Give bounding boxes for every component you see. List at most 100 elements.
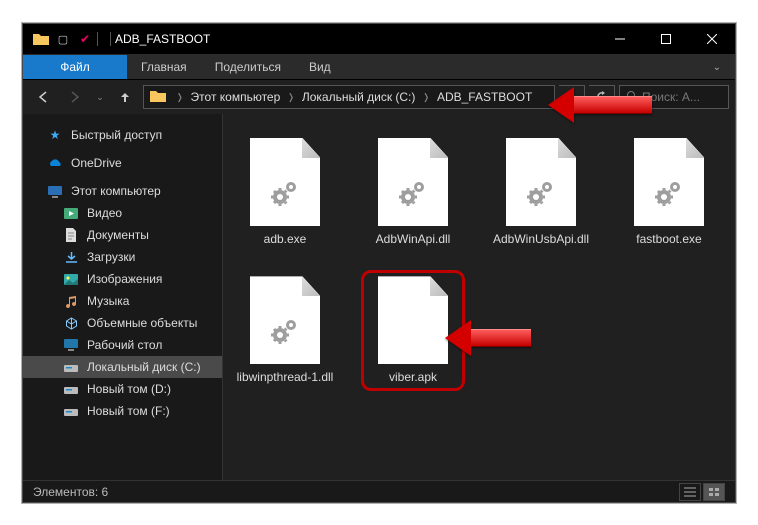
sidebar-item-label: Документы [87,228,149,242]
chevron-right-icon[interactable]: ❭ [281,92,301,103]
chevron-right-icon[interactable]: ❭ [416,92,436,103]
gear-icon [651,175,687,216]
breadcrumb-bar[interactable]: ❭ Этот компьютер ❭ Локальный диск (C:) ❭… [143,85,555,109]
file-thumbnail [378,276,448,364]
breadcrumb-disk-c[interactable]: Локальный диск (C:) [301,88,417,106]
search-placeholder: Поиск: A... [642,90,700,104]
file-label: fastboot.exe [636,232,701,246]
sidebar-item-videos[interactable]: Видео [23,202,222,224]
file-thumbnail [506,138,576,226]
file-item[interactable]: libwinpthread-1.dll [233,270,337,390]
refresh-button[interactable] [589,85,615,109]
sidebar-item-music[interactable]: Музыка [23,290,222,312]
file-view[interactable]: adb.exe AdbWinApi.dll AdbWinUsbApi.dll fast… [223,114,735,480]
document-icon [63,227,79,243]
file-item[interactable]: fastboot.exe [617,132,721,252]
file-item[interactable]: AdbWinApi.dll [361,132,465,252]
sidebar-item-label: Новый том (F:) [87,404,170,418]
address-dropdown-button[interactable]: ⌄ [559,85,585,109]
sidebar-item-label: Новый том (D:) [87,382,171,396]
chevron-right-icon[interactable]: ❭ [170,92,190,103]
sidebar-item-onedrive[interactable]: OneDrive [23,152,222,174]
maximize-button[interactable] [643,24,689,54]
drive-icon [63,403,79,419]
picture-icon [63,271,79,287]
item-count-label: Элементов: 6 [33,485,108,499]
qat-separator [97,32,98,46]
file-label: adb.exe [264,232,307,246]
sidebar-item-label: Загрузки [87,250,135,264]
checkmark-icon[interactable]: ✔ [75,29,95,49]
sidebar-item-quick-access[interactable]: ★ Быстрый доступ [23,124,222,146]
sidebar-item-downloads[interactable]: Загрузки [23,246,222,268]
navigation-pane[interactable]: ★ Быстрый доступ OneDrive Этот компь [23,114,223,480]
cube-icon [63,315,79,331]
sidebar-item-this-pc[interactable]: Этот компьютер [23,180,222,202]
desktop-icon [63,337,79,353]
computer-icon [47,183,63,199]
file-label: AdbWinApi.dll [376,232,451,246]
properties-icon[interactable]: ▢ [53,29,73,49]
nav-up-button[interactable] [111,84,139,110]
status-bar: Элементов: 6 [23,480,735,502]
file-label: libwinpthread-1.dll [237,370,334,384]
nav-forward-button[interactable] [61,84,89,110]
sidebar-item-pictures[interactable]: Изображения [23,268,222,290]
folder-icon [150,90,166,104]
sidebar-item-label: OneDrive [71,156,122,170]
view-icons-button[interactable] [703,483,725,501]
file-thumbnail [378,138,448,226]
window-controls [597,24,735,54]
sidebar-item-3d-objects[interactable]: Объемные объекты [23,312,222,334]
file-item[interactable]: adb.exe [233,132,337,252]
tab-home[interactable]: Главная [127,55,201,79]
ribbon-expand-icon[interactable]: ⌄ [707,56,727,79]
breadcrumb-this-pc[interactable]: Этот компьютер [190,88,282,106]
star-icon: ★ [47,127,63,143]
gear-icon [267,313,303,354]
file-item[interactable]: viber.apk [361,270,465,390]
file-thumbnail [250,138,320,226]
gear-icon [523,175,559,216]
explorer-window: ▢ ✔ ADB_FASTBOOT Файл Главная Поделиться… [22,23,736,503]
sidebar-item-desktop[interactable]: Рабочий стол [23,334,222,356]
quick-access-toolbar: ▢ ✔ [31,29,98,49]
ribbon-tabs: Файл Главная Поделиться Вид ⌄ [23,54,735,80]
search-box[interactable]: Поиск: A... [619,85,729,109]
breadcrumb-folder[interactable]: ADB_FASTBOOT [436,88,533,106]
sidebar-item-label: Быстрый доступ [71,128,162,142]
minimize-button[interactable] [597,24,643,54]
tab-share[interactable]: Поделиться [201,55,295,79]
tab-view[interactable]: Вид [295,55,345,79]
drive-icon [63,359,79,375]
file-label: viber.apk [389,370,437,384]
file-label: AdbWinUsbApi.dll [493,232,589,246]
file-thumbnail [634,138,704,226]
drive-icon [63,381,79,397]
title-bar[interactable]: ▢ ✔ ADB_FASTBOOT [23,24,735,54]
view-details-button[interactable] [679,483,701,501]
sidebar-item-label: Объемные объекты [87,316,197,330]
sidebar-item-disk-f[interactable]: Новый том (F:) [23,400,222,422]
sidebar-item-disk-d[interactable]: Новый том (D:) [23,378,222,400]
nav-back-button[interactable] [29,84,57,110]
sidebar-item-label: Этот компьютер [71,184,161,198]
sidebar-item-disk-c[interactable]: Локальный диск (C:) [23,356,222,378]
cloud-icon [47,155,63,171]
sidebar-item-documents[interactable]: Документы [23,224,222,246]
folder-icon [31,29,51,49]
nav-recent-dropdown[interactable]: ⌄ [93,84,107,110]
tab-file[interactable]: Файл [23,55,127,79]
address-bar-row: ⌄ ❭ Этот компьютер ❭ Локальный диск (C:)… [23,80,735,114]
sidebar-item-label: Локальный диск (C:) [87,360,201,374]
file-item[interactable]: AdbWinUsbApi.dll [489,132,593,252]
sidebar-item-label: Видео [87,206,122,220]
search-icon [626,90,638,105]
file-thumbnail [250,276,320,364]
sidebar-item-label: Изображения [87,272,162,286]
sidebar-item-label: Рабочий стол [87,338,162,352]
video-icon [63,205,79,221]
gear-icon [267,175,303,216]
close-button[interactable] [689,24,735,54]
body-split: ★ Быстрый доступ OneDrive Этот компь [23,114,735,480]
